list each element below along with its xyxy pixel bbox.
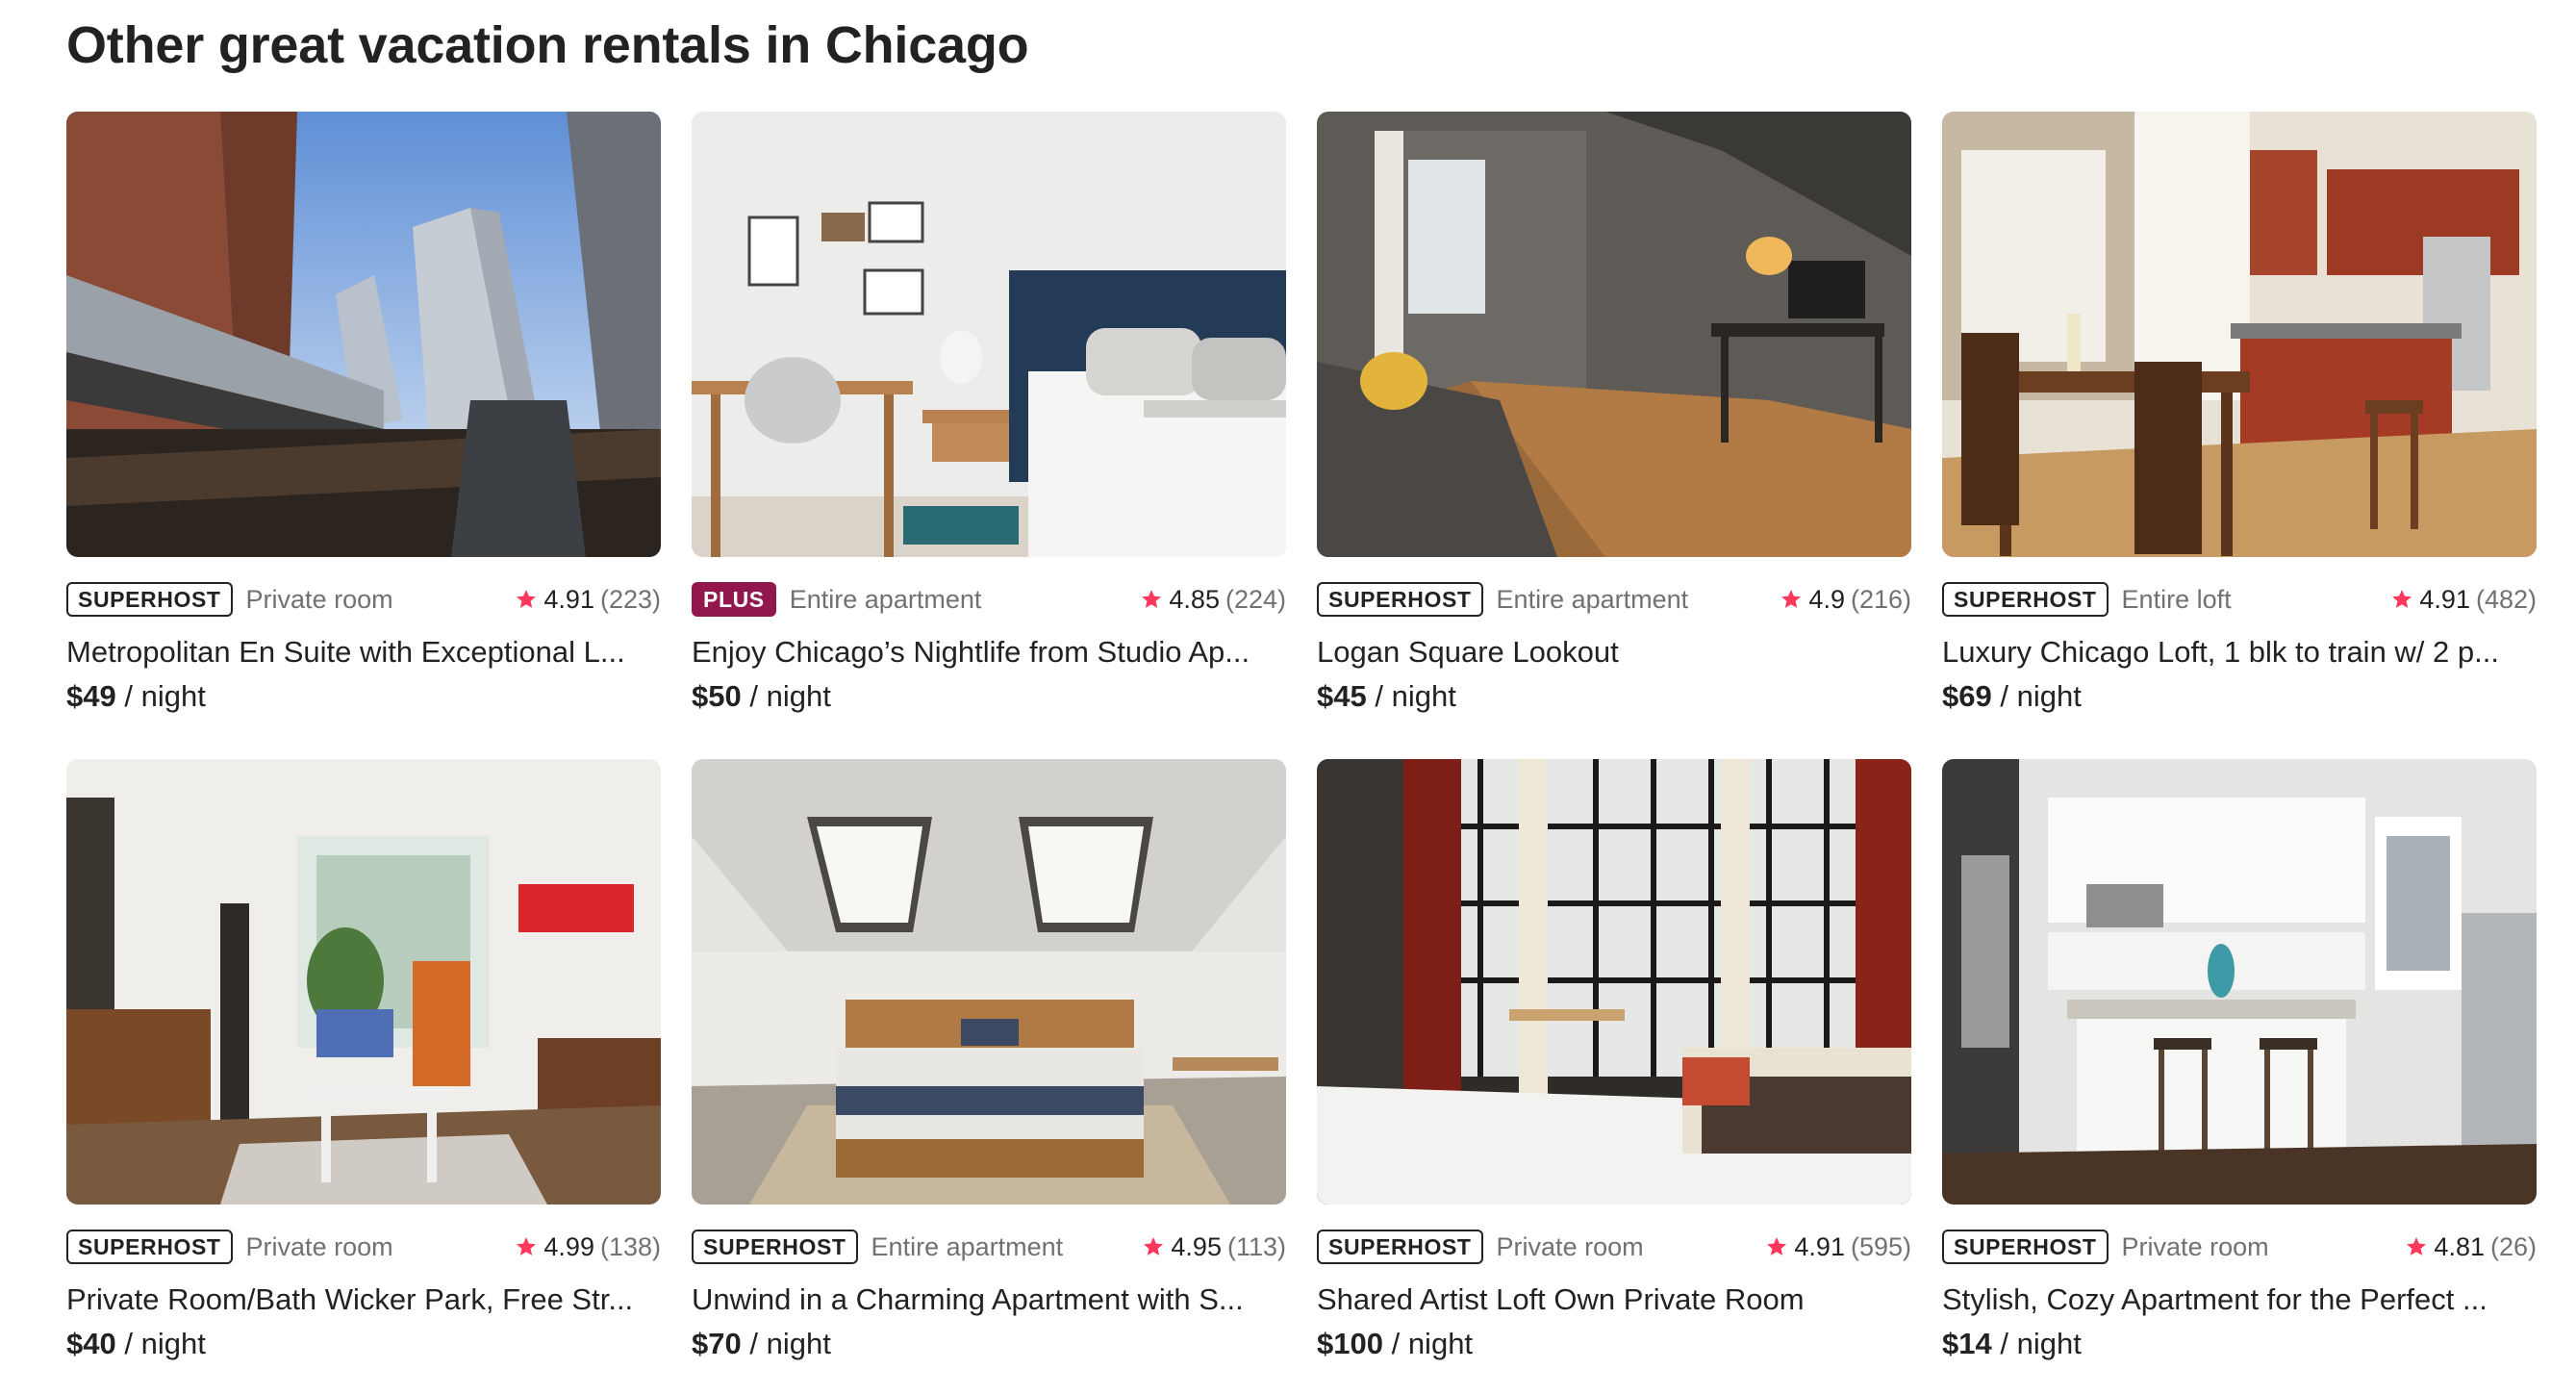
- listing-photo[interactable]: [1942, 112, 2537, 557]
- star-icon: [517, 590, 537, 608]
- star-icon: [2392, 590, 2412, 608]
- star-icon: [1142, 590, 1162, 608]
- listing-photo[interactable]: [692, 112, 1286, 557]
- room-type: Private room: [245, 584, 393, 614]
- star-icon: [1144, 1237, 1164, 1256]
- price-unit: / night: [2000, 1327, 2082, 1360]
- listing-photo[interactable]: [1317, 759, 1911, 1205]
- price-unit: / night: [749, 1327, 831, 1360]
- rating-value: 4.99: [543, 1231, 594, 1261]
- star-icon: [2407, 1237, 2427, 1256]
- listing-card[interactable]: SUPERHOST Private room 4.91 (595) Shared…: [1317, 759, 1911, 1364]
- listing-card[interactable]: SUPERHOST Private room 4.99 (138) Privat…: [66, 759, 661, 1364]
- rating: 4.91 (595): [1765, 1232, 1911, 1262]
- price-unit: / night: [124, 1327, 206, 1360]
- listing-title[interactable]: Stylish, Cozy Apartment for the Perfect …: [1942, 1280, 2537, 1320]
- rating-value: 4.85: [1169, 584, 1220, 614]
- listing-grid: SUPERHOST Private room 4.91 (223) Metrop…: [66, 112, 2537, 1364]
- review-count: (224): [1225, 584, 1286, 614]
- rating: 4.95 (113): [1142, 1232, 1286, 1262]
- listing-card[interactable]: SUPERHOST Entire apartment 4.9 (216) Log…: [1317, 112, 1911, 717]
- rating-value: 4.91: [543, 584, 594, 614]
- price: $69: [1942, 679, 1992, 713]
- price-line: $69 / night: [1942, 676, 2537, 717]
- price-unit: / night: [2000, 679, 2082, 713]
- price-line: $14 / night: [1942, 1324, 2537, 1364]
- listing-title[interactable]: Metropolitan En Suite with Exceptional L…: [66, 632, 661, 672]
- review-count: (26): [2489, 1231, 2537, 1261]
- plus-badge: PLUS: [692, 582, 776, 617]
- listing-title[interactable]: Unwind in a Charming Apartment with S...: [692, 1280, 1286, 1320]
- room-type: Private room: [245, 1231, 393, 1261]
- price: $45: [1317, 679, 1367, 713]
- review-count: (113): [1226, 1231, 1286, 1261]
- price-unit: / night: [1391, 1327, 1474, 1360]
- section-title: Other great vacation rentals in Chicago: [66, 16, 1029, 74]
- price: $50: [692, 679, 742, 713]
- review-count: (595): [1850, 1231, 1911, 1261]
- price-line: $49 / night: [66, 676, 661, 717]
- rating-value: 4.91: [2419, 584, 2470, 614]
- price: $14: [1942, 1327, 1992, 1360]
- superhost-badge: SUPERHOST: [1942, 1230, 2109, 1264]
- rating-value: 4.9: [1808, 584, 1845, 614]
- listing-photo[interactable]: [1317, 112, 1911, 557]
- rentals-page: Other great vacation rentals in Chicago: [0, 0, 2576, 1395]
- price: $70: [692, 1327, 742, 1360]
- price-line: $45 / night: [1317, 676, 1911, 717]
- price: $40: [66, 1327, 116, 1360]
- star-icon: [517, 1237, 537, 1256]
- rating-value: 4.81: [2434, 1231, 2485, 1261]
- price-line: $70 / night: [692, 1324, 1286, 1364]
- price-unit: / night: [1375, 679, 1456, 713]
- rating: 4.99 (138): [515, 1232, 661, 1262]
- superhost-badge: SUPERHOST: [66, 1230, 233, 1264]
- room-type: Entire apartment: [1496, 584, 1689, 614]
- rating: 4.9 (216): [1780, 585, 1911, 615]
- listing-photo[interactable]: [692, 759, 1286, 1205]
- review-count: (138): [599, 1231, 661, 1261]
- listing-photo[interactable]: [66, 759, 661, 1205]
- review-count: (482): [2475, 584, 2537, 614]
- price-unit: / night: [749, 679, 831, 713]
- rating-value: 4.91: [1794, 1231, 1845, 1261]
- rating: 4.91 (482): [2390, 585, 2537, 615]
- room-type: Private room: [2121, 1231, 2269, 1261]
- listing-title[interactable]: Enjoy Chicago’s Nightlife from Studio Ap…: [692, 632, 1286, 672]
- listing-card[interactable]: PLUS Entire apartment 4.85 (224) Enjoy C…: [692, 112, 1286, 717]
- listing-title[interactable]: Logan Square Lookout: [1317, 632, 1911, 672]
- price: $49: [66, 679, 116, 713]
- price: $100: [1317, 1327, 1383, 1360]
- price-line: $100 / night: [1317, 1324, 1911, 1364]
- superhost-badge: SUPERHOST: [692, 1230, 858, 1264]
- room-type: Entire apartment: [789, 584, 982, 614]
- listing-title[interactable]: Private Room/Bath Wicker Park, Free Str.…: [66, 1280, 661, 1320]
- rating: 4.85 (224): [1140, 585, 1286, 615]
- listing-title[interactable]: Luxury Chicago Loft, 1 blk to train w/ 2…: [1942, 632, 2537, 672]
- rating: 4.91 (223): [515, 585, 661, 615]
- superhost-badge: SUPERHOST: [1317, 582, 1483, 617]
- review-count: (216): [1850, 584, 1911, 614]
- listing-card[interactable]: SUPERHOST Entire loft 4.91 (482) Luxury …: [1942, 112, 2537, 717]
- listing-title[interactable]: Shared Artist Loft Own Private Room: [1317, 1280, 1911, 1320]
- room-type: Entire loft: [2121, 584, 2232, 614]
- superhost-badge: SUPERHOST: [1942, 582, 2109, 617]
- review-count: (223): [599, 584, 661, 614]
- listing-card[interactable]: SUPERHOST Entire apartment 4.95 (113) Un…: [692, 759, 1286, 1364]
- star-icon: [1767, 1237, 1787, 1256]
- listing-photo[interactable]: [66, 112, 661, 557]
- room-type: Entire apartment: [871, 1231, 1064, 1261]
- superhost-badge: SUPERHOST: [1317, 1230, 1483, 1264]
- listing-card[interactable]: SUPERHOST Private room 4.81 (26) Stylish…: [1942, 759, 2537, 1364]
- star-icon: [1781, 590, 1802, 608]
- price-line: $50 / night: [692, 676, 1286, 717]
- rating-value: 4.95: [1171, 1231, 1222, 1261]
- listing-card[interactable]: SUPERHOST Private room 4.91 (223) Metrop…: [66, 112, 661, 717]
- superhost-badge: SUPERHOST: [66, 582, 233, 617]
- room-type: Private room: [1496, 1231, 1644, 1261]
- price-line: $40 / night: [66, 1324, 661, 1364]
- rating: 4.81 (26): [2405, 1232, 2537, 1262]
- price-unit: / night: [124, 679, 206, 713]
- listing-photo[interactable]: [1942, 759, 2537, 1205]
